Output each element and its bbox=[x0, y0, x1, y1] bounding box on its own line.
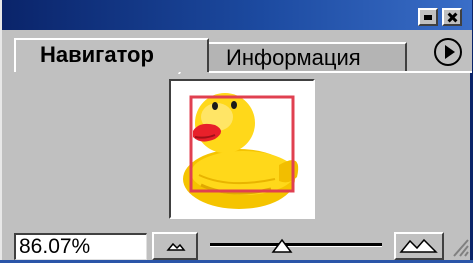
triangle-right-icon bbox=[445, 45, 455, 59]
zoom-out-button[interactable] bbox=[152, 232, 198, 260]
tab-navigator-label: Навигатор bbox=[40, 42, 154, 67]
rubber-duck-image bbox=[183, 93, 299, 209]
panel-menu-button[interactable] bbox=[434, 38, 462, 66]
navigator-content bbox=[2, 73, 472, 225]
zoom-slider-thumb[interactable] bbox=[271, 238, 293, 256]
close-button[interactable] bbox=[442, 8, 462, 26]
zoom-in-button[interactable] bbox=[394, 232, 444, 260]
zoom-slider[interactable] bbox=[200, 232, 392, 260]
minimize-icon bbox=[424, 15, 432, 20]
navigator-thumbnail[interactable] bbox=[169, 79, 315, 219]
large-mountains-icon bbox=[399, 238, 438, 253]
navigator-palette: Навигатор Информация bbox=[0, 0, 473, 260]
tab-info[interactable]: Информация bbox=[178, 42, 407, 74]
tab-navigator[interactable]: Навигатор bbox=[14, 38, 209, 72]
minimize-button[interactable] bbox=[418, 8, 438, 26]
small-mountains-icon bbox=[166, 242, 186, 251]
tab-info-label: Информация bbox=[226, 45, 361, 70]
resize-grip[interactable] bbox=[450, 232, 470, 258]
zoom-bar bbox=[2, 228, 472, 260]
tab-strip: Навигатор Информация bbox=[2, 30, 472, 74]
zoom-percent-input[interactable] bbox=[14, 233, 147, 260]
title-bar[interactable] bbox=[2, 0, 472, 30]
